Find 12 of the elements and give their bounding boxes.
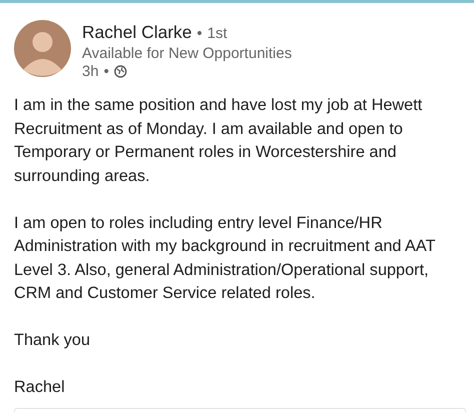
post-text: I am open to roles including entry level Finance/HR Administration with my background in recruitment and AAT Level 3. Also, general Administration/Operational support, CRM and Customer Service related roles. (14, 212, 436, 304)
post-text: Rachel (14, 377, 66, 398)
post-text: Thank you (14, 330, 92, 351)
avatar[interactable] (14, 20, 71, 77)
post-text: I am in the same position and have lost my job at Hewett Recruitment as of Monday. I am available and open to Temporary or Permanent roles in Worcestershire and surrounding areas. (14, 95, 424, 186)
author-headline: Available for New Opportunities (82, 45, 292, 62)
connection-degree: 1st (207, 25, 228, 42)
separator-dot: • (196, 25, 202, 42)
author-name[interactable]: Rachel Clarke (82, 22, 192, 43)
post-time: 3h (82, 63, 99, 80)
separator-dot: • (104, 63, 109, 80)
globe-icon (114, 65, 127, 78)
